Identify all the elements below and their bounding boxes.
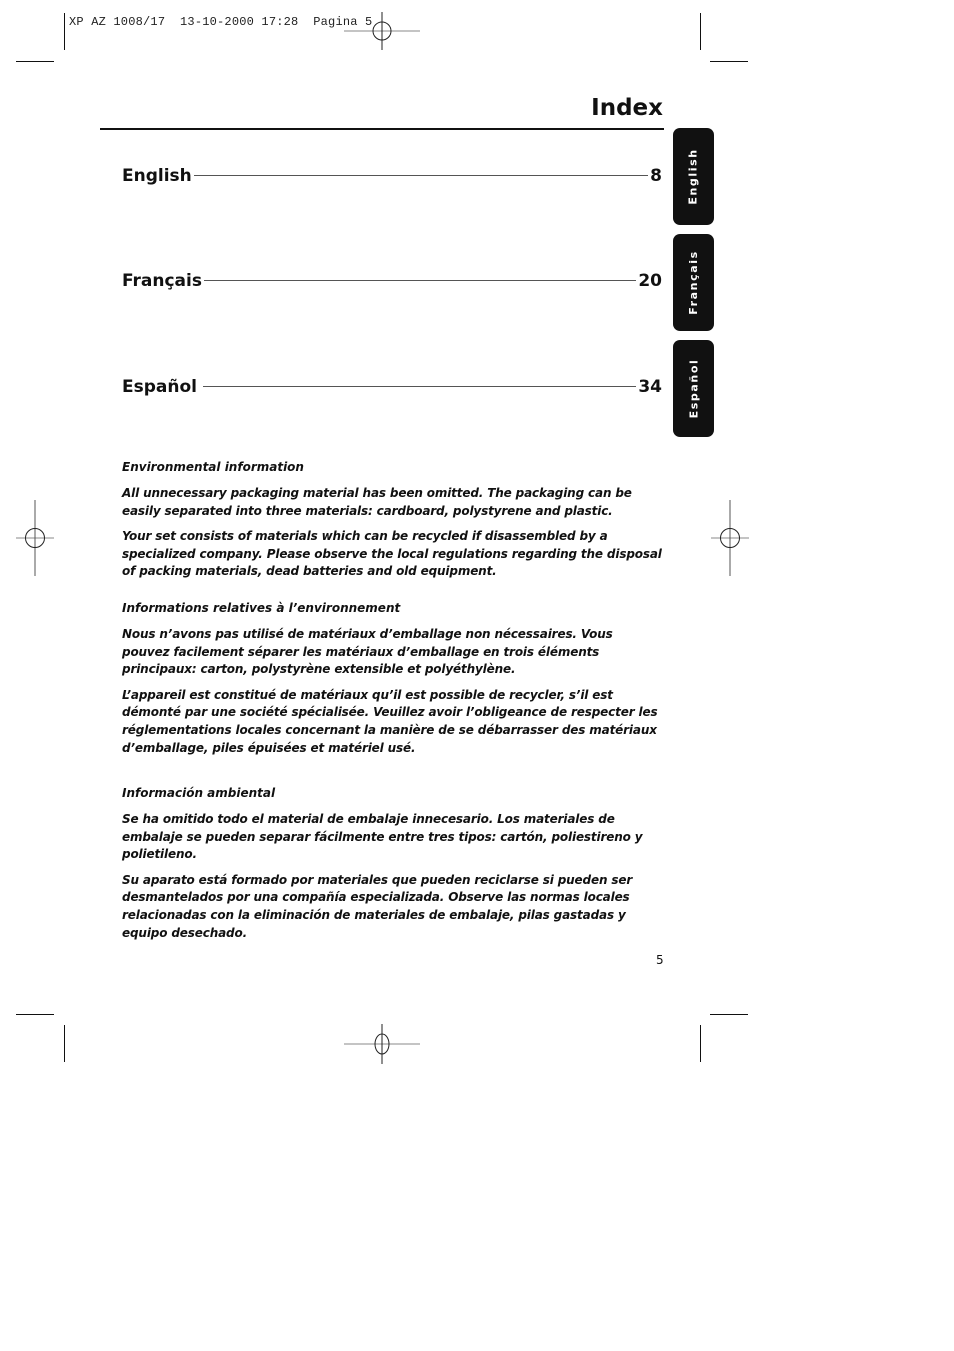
crop-mark: [64, 1025, 65, 1062]
side-tab-label: English: [687, 148, 700, 205]
toc-entry-francais[interactable]: Français 20: [122, 271, 662, 291]
toc-entry-label: Español: [122, 377, 197, 397]
section-paragraph: Nous n’avons pas utilisé de matériaux d’…: [122, 627, 613, 677]
section-paragraph: Se ha omitido todo el material de embala…: [122, 812, 643, 862]
section-heading: Informations relatives à l’environnement: [122, 601, 401, 615]
toc-entry-english[interactable]: English 8: [122, 166, 662, 186]
side-tab-label: Español: [687, 358, 700, 419]
side-tab-english[interactable]: English: [673, 128, 714, 225]
side-tab-espanol[interactable]: Español: [673, 340, 714, 437]
print-slug: XP AZ 1008/17 13-10-2000 17:28 Pagina 5: [69, 15, 373, 29]
crop-mark: [710, 1014, 748, 1015]
toc-entry-page: 8: [650, 166, 662, 186]
environmental-section-french: Informations relatives à l’environnement…: [122, 600, 662, 757]
section-paragraph: Your set consists of materials which can…: [122, 529, 662, 579]
toc-entry-page: 34: [638, 377, 662, 397]
crop-mark: [64, 13, 65, 50]
crop-mark: [700, 1025, 701, 1062]
toc-leader-line: [203, 280, 637, 281]
section-paragraph: All unnecessary packaging material has b…: [122, 486, 632, 518]
toc-entry-label: English: [122, 166, 192, 186]
section-heading: Environmental information: [122, 460, 304, 474]
crop-mark: [16, 61, 54, 62]
side-tab-francais[interactable]: Français: [673, 234, 714, 331]
toc-entry-label: Français: [122, 271, 202, 291]
section-heading: Información ambiental: [122, 786, 276, 800]
registration-mark-icon: [16, 500, 54, 576]
page-title: Index: [591, 95, 663, 121]
side-tab-label: Français: [687, 250, 700, 315]
toc-leader-line: [202, 386, 637, 387]
crop-mark: [16, 1014, 54, 1015]
toc-entry-espanol[interactable]: Español 34: [122, 377, 662, 397]
toc-leader-line: [193, 175, 649, 176]
toc-entry-page: 20: [638, 271, 662, 291]
environmental-section-english: Environmental information All unnecessar…: [122, 459, 662, 581]
registration-mark-icon: [344, 1024, 420, 1064]
title-rule: [100, 128, 664, 130]
registration-mark-icon: [344, 12, 420, 50]
page-number: 5: [656, 953, 664, 967]
crop-mark: [710, 61, 748, 62]
crop-mark: [700, 13, 701, 50]
registration-mark-icon: [711, 500, 749, 576]
section-paragraph: L’appareil est constitué de matériaux qu…: [122, 687, 658, 755]
environmental-section-spanish: Información ambiental Se ha omitido todo…: [122, 785, 662, 942]
section-paragraph: Su aparato está formado por materiales q…: [122, 872, 633, 940]
